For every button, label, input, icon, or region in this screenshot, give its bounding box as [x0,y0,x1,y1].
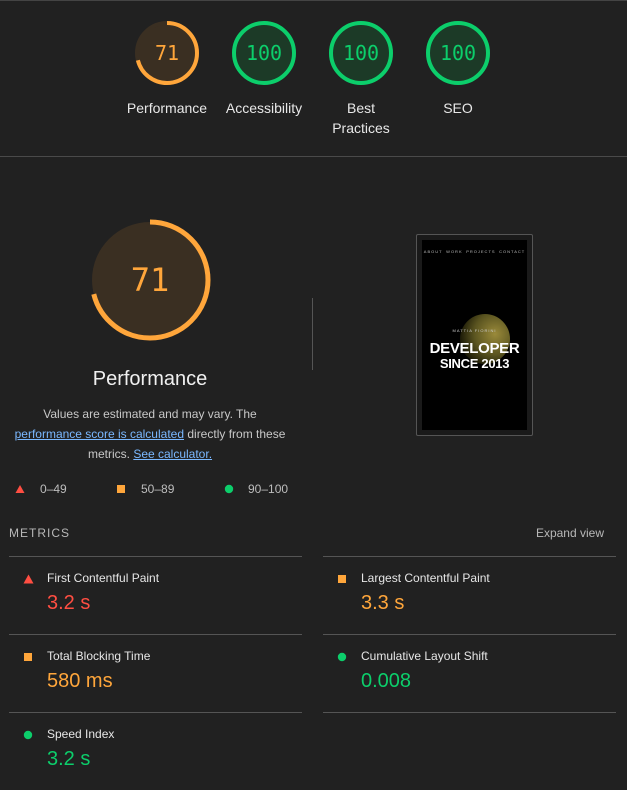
screenshot-nav-item: PROJECTS [466,249,496,254]
performance-description: Values are estimated and may vary. The p… [10,404,290,464]
score-value: 100 [342,41,380,65]
legend-fail: 0–49 [15,482,67,496]
metric-divider [9,712,302,713]
pass-circle-icon [23,730,33,740]
see-calculator-link[interactable]: See calculator. [133,447,212,461]
score-value: 100 [439,41,477,65]
score-label: Accessibility [225,100,303,116]
score-value: 71 [154,41,180,65]
legend-label: 0–49 [40,482,67,496]
metric-name: First Contentful Paint [47,571,160,585]
gauge-performance[interactable]: 71 Performance [122,20,212,118]
circle-icon [224,484,234,494]
screenshot-nav: ABOUT WORK PROJECTS CONTACT [422,249,527,254]
square-icon [117,485,125,493]
headline-line-1: DEVELOPER [429,340,520,357]
score-value: 100 [245,41,283,65]
screenshot-nav-item: WORK [446,249,463,254]
expand-view-toggle[interactable]: Expand view [536,526,604,540]
gauge-seo[interactable]: 100 SEO [413,20,503,118]
legend-average: 50–89 [116,482,174,496]
performance-score: 71 [130,261,170,299]
metric-value: 3.2 s [47,748,91,770]
performance-title: Performance [92,368,208,390]
metric-value: 580 ms [47,670,113,692]
desc-text-1: Values are estimated and may vary. The [43,407,257,421]
metric-value: 3.2 s [47,592,91,614]
average-square-icon [24,653,32,661]
metric-divider [9,556,302,557]
score-calculation-link[interactable]: performance score is calculated [15,427,184,441]
score-legend: 0–49 50–89 90–100 [0,482,300,498]
score-label: Performance [126,100,208,116]
metric-name: Cumulative Layout Shift [361,649,488,663]
average-square-icon [338,575,346,583]
metric-divider [323,712,616,713]
screenshot-nav-item: CONTACT [499,249,526,254]
metric-value: 3.3 s [361,592,405,614]
headline-line-2: SINCE 2013 [439,356,510,371]
metrics-title: METRICS [9,526,70,540]
metric-name: Speed Index [47,727,115,741]
screenshot-subtitle: MATTIA FIORINI [452,328,497,333]
score-label: SEO [443,100,473,116]
metric-divider [323,634,616,635]
metric-value: 0.008 [361,670,412,692]
legend-label: 90–100 [248,482,289,496]
gauge-best-practices[interactable]: 100 Best Practices [316,20,406,138]
score-summary: 71 Performance 100 Accessibility 100 Bes… [0,0,627,157]
screenshot-headline: DEVELOPER SINCE 2013 [422,341,527,371]
metric-tbt: Total Blocking Time 580 ms [9,634,302,712]
screenshot-nav-item: ABOUT [423,249,443,254]
legend-label: 50–89 [141,482,175,496]
performance-gauge: 71 [88,218,212,342]
gauge-accessibility[interactable]: 100 Accessibility [219,20,309,118]
metric-divider [9,634,302,635]
metric-lcp: Largest Contentful Paint 3.3 s [323,556,616,634]
legend-pass: 90–100 [224,482,288,496]
triangle-icon [15,485,25,493]
vertical-divider [312,298,313,370]
metric-name: Largest Contentful Paint [361,571,490,585]
fail-triangle-icon [23,574,34,584]
screenshot-page: ABOUT WORK PROJECTS CONTACT MATTIA FIORI… [422,240,527,430]
score-label: Best Practices [332,100,390,136]
metric-divider [323,556,616,557]
metric-name: Total Blocking Time [47,649,151,663]
metric-fcp: First Contentful Paint 3.2 s [9,556,302,634]
final-screenshot[interactable]: ABOUT WORK PROJECTS CONTACT MATTIA FIORI… [416,234,533,436]
pass-circle-icon [337,652,347,662]
metric-speed-index: Speed Index 3.2 s [9,712,302,790]
metric-cls: Cumulative Layout Shift 0.008 [323,634,616,712]
